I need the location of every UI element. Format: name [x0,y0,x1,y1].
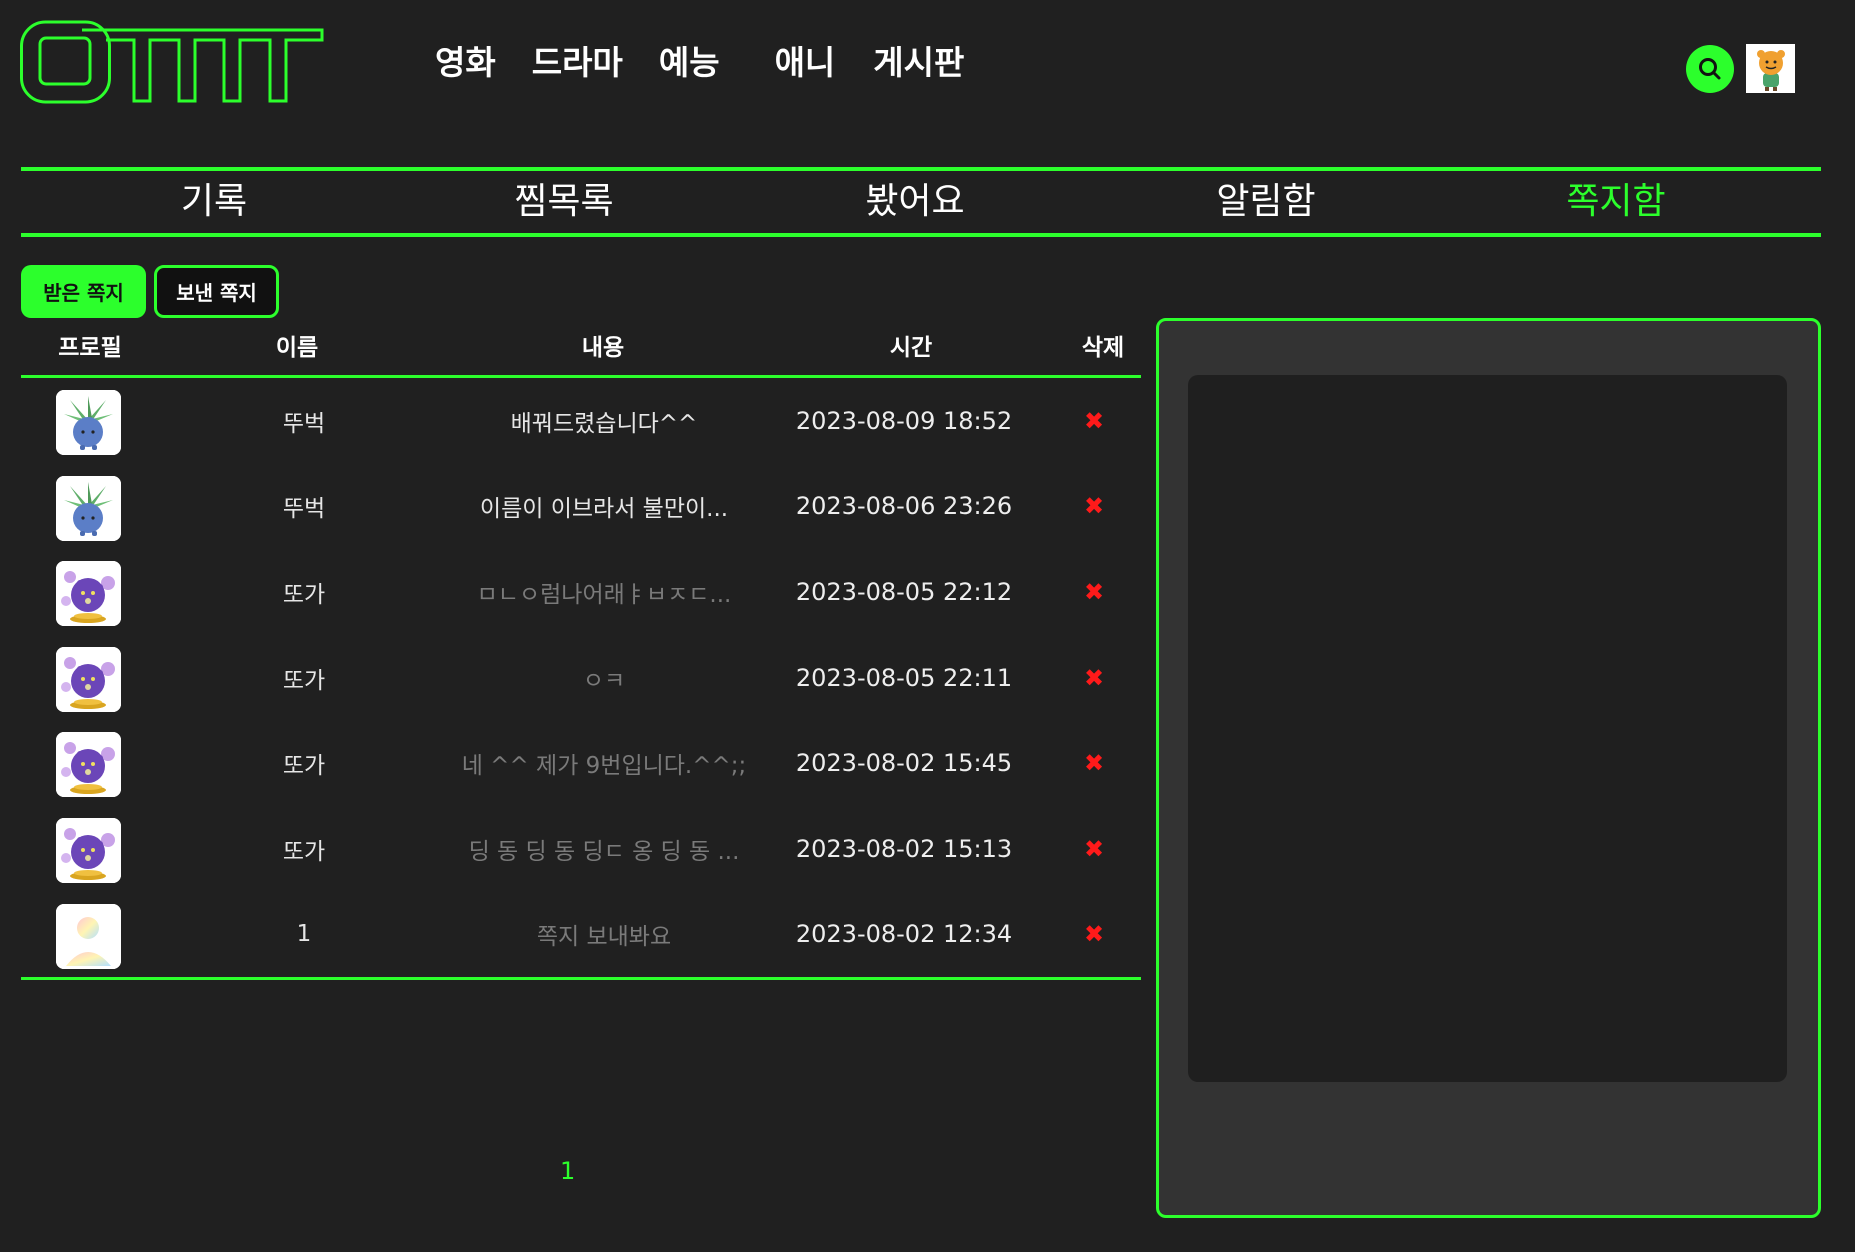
nav-anime[interactable]: 애니 [775,40,836,86]
sender-avatar [56,817,121,883]
table-row[interactable]: 뚜벅 배꿔드렸습니다^^ 2023-08-09 18:52 ✖ [21,378,1141,464]
delete-icon[interactable]: ✖ [1084,464,1104,550]
message-preview-text[interactable]: 배꿔드렸습니다^^ [511,378,698,464]
header-name: 이름 [275,335,319,361]
ottt-logo[interactable] [20,20,325,106]
message-preview-text[interactable]: 딩 동 딩 동 딩ㄷ 옹 딩 동 ... [469,806,740,892]
table-row[interactable]: 1 쪽지 보내봐요 2023-08-02 12:34 ✖ [21,892,1141,978]
user-avatar[interactable] [1746,44,1795,93]
header-delete: 삭제 [1081,335,1125,361]
table-row[interactable]: 뚜벅 이름이 이브라서 불만이... 2023-08-06 23:26 ✖ [21,464,1141,550]
message-time: 2023-08-09 18:52 [795,406,1013,435]
table-row[interactable]: 또가 ㅇㅋ 2023-08-05 22:11 ✖ [21,635,1141,721]
delete-icon[interactable]: ✖ [1084,720,1104,806]
main-nav: 영화 드라마 예능 애니 게시판 [435,40,964,86]
message-time: 2023-08-02 15:45 [795,749,1013,778]
message-time: 2023-08-02 15:13 [795,834,1013,863]
delete-icon[interactable]: ✖ [1084,549,1104,635]
nav-movies[interactable]: 영화 [435,40,496,86]
message-time: 2023-08-06 23:26 [795,492,1013,521]
nav-variety[interactable]: 예능 [659,40,720,86]
sender-avatar [56,561,121,627]
delete-icon[interactable]: ✖ [1084,806,1104,892]
sender-avatar [56,475,121,541]
received-messages-button[interactable]: 받은 쪽지 [21,265,146,318]
sender-name: 또가 [282,667,326,694]
table-row[interactable]: 또가 딩 동 딩 동 딩ㄷ 옹 딩 동 ... 2023-08-02 15:13 ✖ [21,806,1141,892]
tab-wishlist[interactable]: 찜목록 [514,171,613,233]
sender-avatar [56,903,121,969]
sender-avatar [56,390,121,455]
tab-notifications[interactable]: 알림함 [1216,171,1315,233]
sender-name: 또가 [282,581,326,608]
table-bottom-divider [21,977,1141,980]
table-row[interactable]: 또가 ㅁㄴㅇ럼나어래ㅑㅂㅈㄷ... 2023-08-05 22:12 ✖ [21,549,1141,635]
header-profile: 프로필 [58,335,122,361]
message-preview-text[interactable]: 쪽지 보내봐요 [537,892,671,978]
message-time: 2023-08-05 22:11 [795,663,1013,692]
message-preview-text[interactable]: ㅇㅋ [583,635,625,721]
sender-name: 뚜벅 [282,496,326,523]
message-preview-content [1188,375,1787,1082]
sent-messages-button[interactable]: 보낸 쪽지 [154,265,279,318]
mypage-messages: 영화 드라마 예능 애니 게시판 기록 찜목록 봤어요 알림함 쪽지함 받은 쪽… [0,0,1855,1252]
message-preview-text[interactable]: 이름이 이브라서 불만이... [480,464,728,550]
sender-avatar [56,646,121,712]
messages-table-body: 뚜벅 배꿔드렸습니다^^ 2023-08-09 18:52 ✖ 뚜벅 이름이 이브라서 불… [21,378,1141,977]
delete-icon[interactable]: ✖ [1084,892,1104,978]
message-preview-text[interactable]: 네 ^^ 제가 9번입니다.^^;; [462,720,747,806]
search-icon [1699,58,1721,80]
tab-messages[interactable]: 쪽지함 [1566,171,1665,233]
delete-icon[interactable]: ✖ [1084,378,1104,464]
sender-name: 또가 [282,753,326,780]
message-preview-panel [1156,318,1821,1218]
message-time: 2023-08-05 22:12 [795,577,1013,606]
nav-board[interactable]: 게시판 [873,40,964,86]
search-button[interactable] [1686,45,1734,93]
nav-drama[interactable]: 드라마 [532,40,623,86]
mypage-tabbar: 기록 찜목록 봤어요 알림함 쪽지함 [21,167,1821,237]
delete-icon[interactable]: ✖ [1084,635,1104,721]
message-time: 2023-08-02 12:34 [795,920,1013,949]
header-time: 시간 [889,335,933,361]
messages-table-header: 프로필 이름 내용 시간 삭제 [21,330,1141,378]
sender-name: 또가 [282,838,326,865]
tab-watched[interactable]: 봤어요 [865,171,964,233]
table-row[interactable]: 또가 네 ^^ 제가 9번입니다.^^;; 2023-08-02 15:45 ✖ [21,720,1141,806]
pagination-page-1[interactable]: 1 [560,1157,575,1185]
lion-avatar-icon [1756,49,1785,91]
header-content: 내용 [581,335,625,361]
message-preview-text[interactable]: ㅁㄴㅇ럼나어래ㅑㅂㅈㄷ... [477,549,732,635]
tab-history[interactable]: 기록 [181,171,247,233]
sender-avatar [56,732,121,798]
sender-name: 1 [296,921,312,948]
sender-name: 뚜벅 [282,410,326,437]
